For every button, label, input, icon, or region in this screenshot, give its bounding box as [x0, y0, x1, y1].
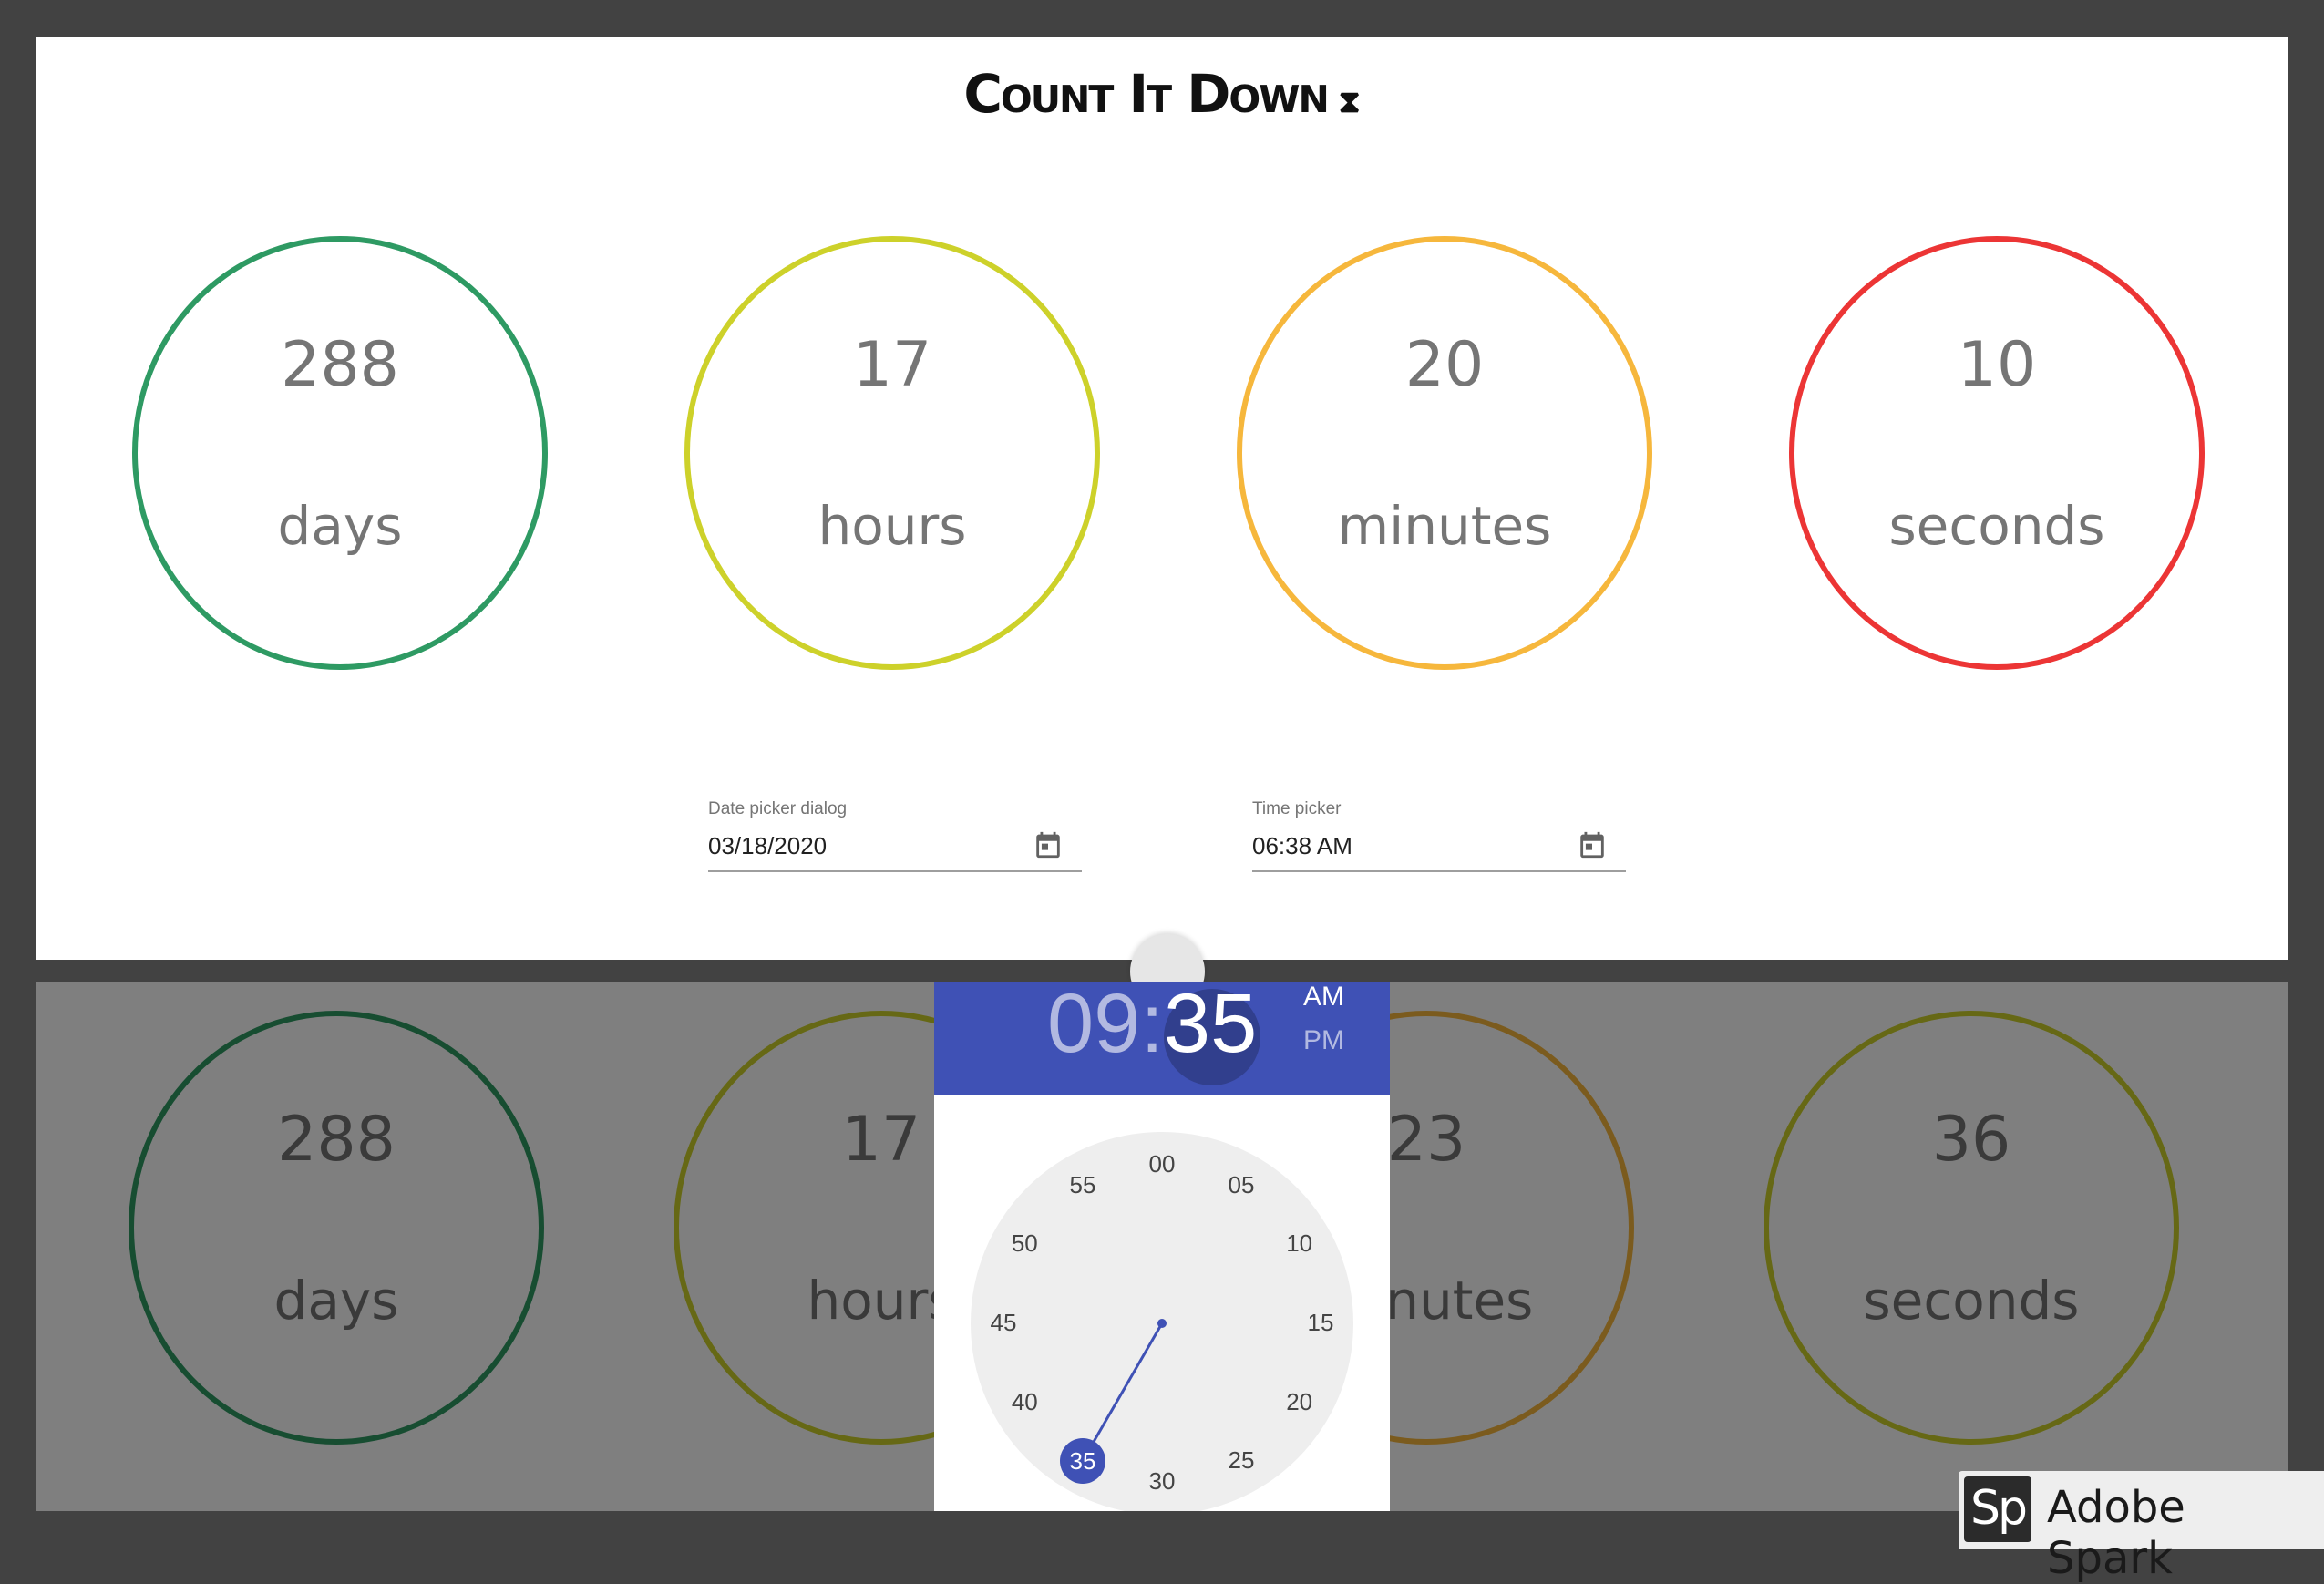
days-label: days: [277, 495, 403, 557]
hours-value: 17: [852, 329, 932, 401]
date-picker-value[interactable]: 03/18/2020: [708, 832, 827, 860]
selected-minute-marker[interactable]: 35: [1060, 1437, 1105, 1484]
clock-number[interactable]: 00: [1135, 1150, 1189, 1178]
hours-label: hours: [818, 495, 967, 557]
date-picker-label: Date picker dialog: [708, 799, 848, 818]
countdown-panel: Count It Down ⧗ 288 days 17 hours 20 minu…: [36, 37, 2288, 960]
clock-number[interactable]: 15: [1293, 1309, 1348, 1337]
time-dialog-header: 09: 35 AM PM: [934, 982, 1390, 1095]
clock-number[interactable]: 55: [1055, 1171, 1110, 1199]
calendar-icon[interactable]: [1577, 828, 1608, 861]
seconds-label: seconds: [1888, 495, 2105, 557]
am-toggle[interactable]: AM: [1303, 982, 1344, 1013]
hours-counter: 17 hours: [684, 236, 1100, 670]
clock-number[interactable]: 10: [1272, 1229, 1327, 1258]
clock-number[interactable]: 20: [1272, 1388, 1327, 1416]
minutes-value: 20: [1404, 329, 1485, 401]
time-picker-label: Time picker: [1252, 799, 1342, 818]
date-picker-field[interactable]: Date picker dialog 03/18/2020: [708, 799, 1082, 872]
time-separator: :: [1140, 982, 1164, 1070]
time-picker-dialog: 09: 35 AM PM 00 05 10 15 20 25 30 35 40 45 50 55: [934, 982, 1390, 1511]
clock-number[interactable]: 30: [1135, 1467, 1189, 1496]
hour-display[interactable]: 09: [1047, 982, 1140, 1070]
selected-time-display: 09: 35: [1047, 982, 1260, 1085]
time-picker-field[interactable]: Time picker 06:38 AM: [1252, 799, 1626, 872]
time-picker-value[interactable]: 06:38 AM: [1252, 832, 1352, 860]
seconds-value: 10: [1957, 329, 2037, 401]
days-counter: 288 days: [132, 236, 548, 670]
pm-toggle[interactable]: PM: [1303, 1025, 1344, 1056]
adobe-spark-text: Adobe Spark: [2047, 1482, 2185, 1584]
clock-number[interactable]: 45: [976, 1309, 1031, 1337]
adobe-spark-logo: Sp: [1964, 1476, 2031, 1542]
clock-number[interactable]: 05: [1214, 1171, 1269, 1199]
clock-face[interactable]: 00 05 10 15 20 25 30 35 40 45 50 55: [971, 1132, 1353, 1511]
adobe-spark-watermark: Sp Adobe Spark: [1959, 1471, 2324, 1584]
clock-number[interactable]: 40: [997, 1388, 1052, 1416]
seconds-counter: 10 seconds: [1789, 236, 2205, 670]
clock-number[interactable]: 25: [1214, 1446, 1269, 1475]
minutes-label: minutes: [1337, 495, 1552, 557]
clock-number[interactable]: 50: [997, 1229, 1052, 1258]
hourglass-icon: ⧗: [1338, 84, 1361, 120]
days-value: 288: [281, 329, 399, 401]
calendar-icon[interactable]: [1033, 828, 1064, 861]
minute-display[interactable]: 35: [1164, 982, 1257, 1070]
minutes-counter: 20 minutes: [1237, 236, 1652, 670]
app-title: Count It Down ⧗: [36, 63, 2288, 125]
app-title-text: Count It Down: [963, 63, 1329, 125]
